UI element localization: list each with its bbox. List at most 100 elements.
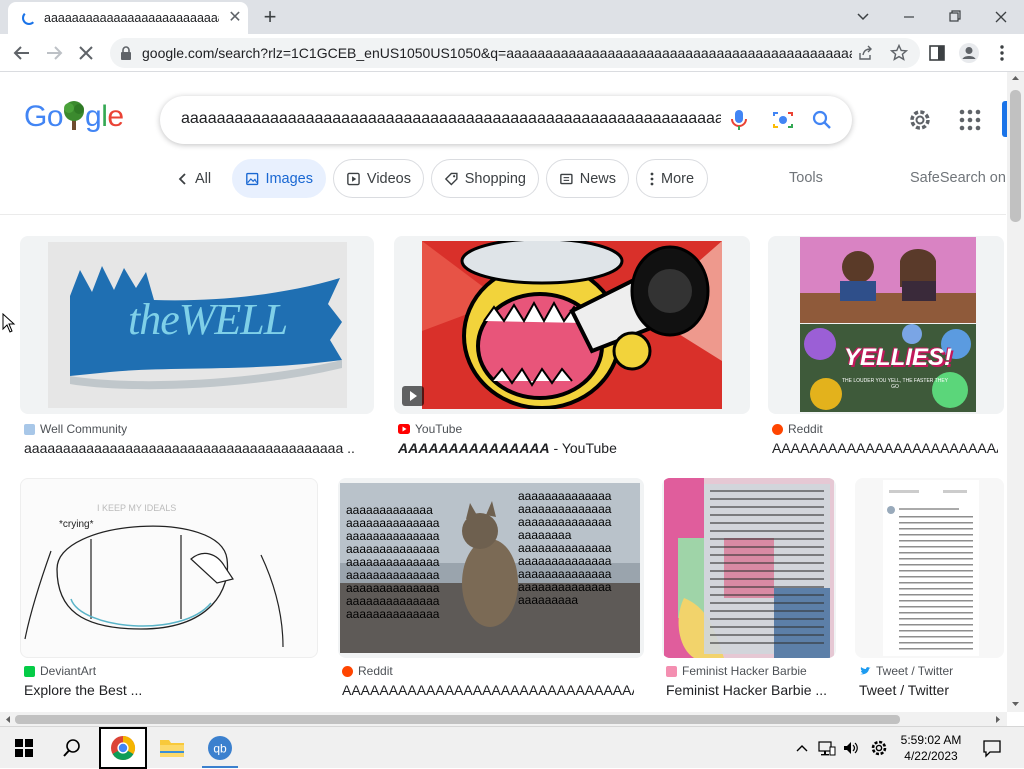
microphone-icon[interactable] <box>728 108 750 132</box>
scroll-left-arrow-icon[interactable] <box>4 715 12 724</box>
svg-text:qb: qb <box>213 742 227 756</box>
network-icon[interactable] <box>818 739 836 757</box>
new-tab-button[interactable]: + <box>258 5 282 29</box>
start-button[interactable] <box>4 727 44 769</box>
result-title[interactable]: AAAAAAAAAAAAAAA - YouTube <box>398 440 738 456</box>
result-source[interactable]: Feminist Hacker Barbie <box>666 664 807 678</box>
url-text[interactable]: google.com/search?rlz=1C1GCEB_enUS1050US… <box>142 45 852 61</box>
search-icon[interactable] <box>811 108 833 132</box>
camera-lens-icon[interactable] <box>771 108 795 132</box>
volume-icon[interactable] <box>842 739 860 757</box>
result-title[interactable]: AAAAAAAAAAAAAAAAAAAAAAAAAAAAAAAAAAAA... <box>342 682 634 698</box>
forward-arrow-icon[interactable] <box>40 39 68 67</box>
tab-close-icon[interactable]: ✕ <box>226 9 244 27</box>
result-thumbnail[interactable] <box>855 478 1004 658</box>
clock-date: 4/22/2023 <box>904 749 958 763</box>
result-title[interactable]: AAAAAAAAAAAAAAAAAAAAAAAAAAAAAAAAAAAAAAAA… <box>772 440 998 456</box>
settings-gear-icon[interactable] <box>869 738 889 758</box>
tab-videos[interactable]: Videos <box>333 159 424 198</box>
tab-search-chevron-icon[interactable] <box>848 4 878 30</box>
scroll-up-arrow-icon[interactable] <box>1011 74 1020 82</box>
qbittorrent-icon: qb <box>208 736 232 760</box>
yellies-toys: YELLIES! THE LOUDER YOU YELL, THE FASTER… <box>800 324 976 412</box>
play-icon <box>402 386 424 406</box>
thumb-text: YELLIES! <box>844 344 953 371</box>
tab-shopping[interactable]: Shopping <box>431 159 539 198</box>
result-thumbnail[interactable] <box>662 478 836 658</box>
system-clock[interactable]: 5:59:02 AM 4/22/2023 <box>896 732 966 764</box>
tools-button[interactable]: Tools <box>789 170 823 186</box>
stop-loading-icon[interactable] <box>72 39 100 67</box>
tab-all-label: All <box>195 170 212 187</box>
doodle-tree-icon <box>64 101 85 130</box>
tab-images[interactable]: Images <box>232 159 326 198</box>
close-window-button[interactable] <box>986 4 1016 30</box>
browser-tab-active[interactable]: aaaaaaaaaaaaaaaaaaaaaaaaaaaaaa ✕ <box>8 2 248 34</box>
browser-menu-icon[interactable] <box>994 44 1010 62</box>
search-taskbar-button[interactable] <box>52 727 92 769</box>
search-query-input[interactable]: aaaaaaaaaaaaaaaaaaaaaaaaaaaaaaaaaaaaaaaa… <box>181 110 721 128</box>
cartoon-screaming-graphic <box>422 241 722 409</box>
share-icon[interactable] <box>858 45 874 61</box>
restore-button[interactable] <box>940 4 970 30</box>
safesearch-button[interactable]: SafeSearch on <box>910 170 1006 186</box>
browser-titlebar: aaaaaaaaaaaaaaaaaaaaaaaaaaaaaa ✕ + <box>0 0 1024 34</box>
tab-images-label: Images <box>265 170 313 187</box>
result-source[interactable]: DeviantArt <box>24 664 96 678</box>
tab-title: aaaaaaaaaaaaaaaaaaaaaaaaaaaaaa <box>44 11 219 25</box>
lock-icon[interactable] <box>120 46 132 60</box>
address-bar[interactable]: google.com/search?rlz=1C1GCEB_enUS1050US… <box>110 38 920 68</box>
chrome-icon <box>111 736 136 761</box>
chevron-left-icon <box>178 172 186 185</box>
result-title[interactable]: aaaaaaaaaaaaaaaaaaaaaaaaaaaaaaaaaaaaaaaa… <box>24 440 354 456</box>
result-thumbnail[interactable]: YELLIES! THE LOUDER YOU YELL, THE FASTER… <box>768 236 1004 414</box>
chrome-taskbar-button[interactable] <box>99 727 147 769</box>
qbittorrent-taskbar-button[interactable]: qb <box>200 727 240 769</box>
google-logo[interactable]: Go gle <box>24 100 124 134</box>
result-source[interactable]: YouTube <box>398 422 462 436</box>
result-title[interactable]: Explore the Best ... <box>24 682 304 698</box>
result-title[interactable]: Feminist Hacker Barbie ... <box>666 682 830 698</box>
side-panel-icon[interactable] <box>928 44 946 62</box>
result-thumbnail[interactable] <box>394 236 750 414</box>
result-title-bold: AAAAAAAAAAAAAAA <box>398 440 550 456</box>
result-source[interactable]: Tweet / Twitter <box>859 664 953 678</box>
folder-icon <box>160 740 184 757</box>
image-icon <box>246 172 259 185</box>
tab-news[interactable]: News <box>546 159 629 198</box>
browser-toolbar: google.com/search?rlz=1C1GCEB_enUS1050US… <box>0 34 1024 72</box>
vertical-scroll-thumb[interactable] <box>1010 90 1021 222</box>
result-thumbnail[interactable]: aaaaaaaaaaaaa aaaaaaaaaaaaaa aaaaaaaaaaa… <box>338 478 644 658</box>
mouse-cursor-icon <box>2 313 16 333</box>
search-box[interactable]: aaaaaaaaaaaaaaaaaaaaaaaaaaaaaaaaaaaaaaaa… <box>160 96 852 144</box>
result-source[interactable]: Reddit <box>772 422 823 436</box>
bookmark-star-icon[interactable] <box>890 44 908 62</box>
file-explorer-taskbar-button[interactable] <box>152 727 192 769</box>
thumb-text-right: aaaaaaaaaaaaaa aaaaaaaaaaaaaa aaaaaaaaaa… <box>518 489 612 607</box>
twitter-bird-icon <box>860 667 871 675</box>
minimize-button[interactable] <box>894 4 924 30</box>
settings-gear-icon[interactable] <box>906 106 934 134</box>
thumb-sub: THE LOUDER YOU YELL, THE FASTER THEY GO <box>841 378 949 390</box>
kids-photo <box>800 237 976 323</box>
newspaper-icon <box>560 173 573 184</box>
horizontal-scroll-thumb[interactable] <box>15 715 900 724</box>
result-thumbnail[interactable]: theWELL <box>20 236 374 414</box>
back-arrow-icon[interactable] <box>8 39 36 67</box>
result-source[interactable]: Well Community <box>24 422 127 436</box>
profile-avatar-icon[interactable] <box>958 42 980 64</box>
sketch-drawing <box>24 525 284 648</box>
result-thumbnail[interactable]: I KEEP MY IDEALS *crying* <box>20 478 318 658</box>
scroll-right-arrow-icon[interactable] <box>994 715 1002 724</box>
google-apps-grid-icon[interactable] <box>958 108 982 132</box>
tab-more[interactable]: More <box>636 159 708 198</box>
show-hidden-icons-chevron-icon[interactable] <box>795 742 809 754</box>
notification-center-icon[interactable] <box>982 738 1002 758</box>
result-title[interactable]: Tweet / Twitter <box>859 682 999 698</box>
result-source[interactable]: Reddit <box>342 664 393 678</box>
tab-all[interactable]: All <box>164 159 225 198</box>
result-title-rest: - YouTube <box>549 440 617 456</box>
scroll-down-arrow-icon[interactable] <box>1011 700 1020 708</box>
more-vert-icon <box>650 172 654 185</box>
tab-more-label: More <box>661 170 695 187</box>
